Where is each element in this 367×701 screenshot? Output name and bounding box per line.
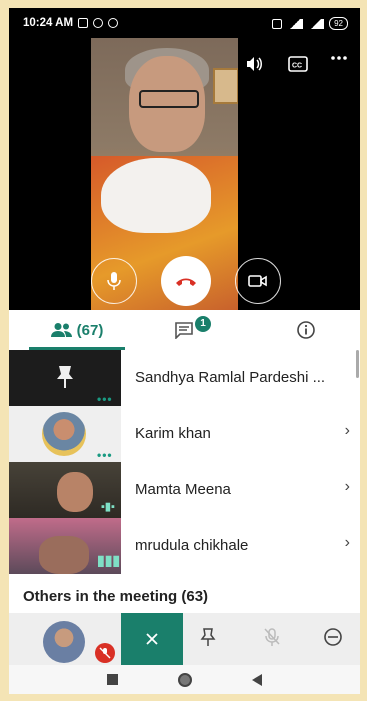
participant-video [39,536,89,574]
battery-icon: 92 [329,17,348,30]
mic-off-icon [99,647,111,659]
mute-participant-button[interactable] [263,627,281,652]
wall-frame [213,68,238,104]
pin-button[interactable] [199,627,217,652]
phone-screen: 10:24 AM 92 CC (67) 1 ••• Sandhya Ramlal… [9,8,360,694]
end-call-icon [176,278,196,286]
participant-video [57,472,93,512]
chat-icon [175,322,193,339]
participant-list: ••• Sandhya Ramlal Pardeshi ... ••• Kari… [9,350,360,574]
chat-badge: 1 [195,316,211,332]
more-dots-icon: ••• [97,448,113,462]
others-heading: Others in the meeting (63) [23,588,209,605]
more-dots-icon: ••• [97,392,113,406]
panel-tabs: (67) 1 [9,310,360,351]
tab-participants[interactable]: (67) [29,310,125,350]
pin-icon [200,628,216,646]
more-options-icon[interactable] [331,50,347,71]
status-bar: 10:24 AM 92 [9,8,360,38]
svg-text:CC: CC [292,63,302,70]
close-action-button[interactable] [121,613,183,665]
video-glasses [139,90,199,108]
close-icon [146,633,158,645]
recents-button[interactable] [107,674,118,685]
status-time: 10:24 AM [23,17,74,29]
chevron-right-icon[interactable]: › [345,478,350,496]
info-icon [297,321,315,339]
participant-thumbnail: ••• [9,406,121,462]
mic-icon [107,272,121,290]
mic-button[interactable] [91,258,137,304]
hd-icon [272,18,283,29]
audio-level-icon: ▮▮▮ [97,552,121,568]
participant-row[interactable]: ▮▮▮ mrudula chikhale › [9,518,360,574]
pin-icon [57,366,73,388]
status-right: 92 [267,17,348,30]
chat-notification-icon [108,18,119,28]
chevron-right-icon[interactable]: › [345,422,350,440]
notification-icon [78,18,89,28]
captions-icon[interactable]: CC [288,56,308,77]
main-video[interactable]: CC [9,38,360,310]
remove-icon [324,628,342,646]
participant-thumbnail: ▮▮▮ [9,518,121,574]
avatar [42,412,86,456]
audio-level-icon: ▪▮▪ [101,501,115,513]
app-notification-icon [93,18,104,28]
participant-row[interactable]: ••• Karim khan › [9,406,360,462]
people-icon [50,323,72,337]
participant-thumbnail: ••• [9,350,121,406]
list-scrollbar[interactable] [356,350,359,378]
mic-off-icon [264,628,280,646]
remove-participant-button[interactable] [323,627,343,652]
system-nav-bar [9,665,360,694]
participant-row[interactable]: ▪▮▪ Mamta Meena › [9,462,360,518]
participant-name: Mamta Meena [135,481,231,498]
participant-action-bar [9,613,360,665]
end-call-button[interactable] [161,256,211,306]
signal-icon [287,18,304,29]
video-camera-icon [248,275,267,287]
camera-button[interactable] [235,258,281,304]
self-avatar[interactable] [43,621,85,663]
participant-row[interactable]: ••• Sandhya Ramlal Pardeshi ... [9,350,360,406]
video-dog [101,158,211,233]
participant-name: Sandhya Ramlal Pardeshi ... [135,369,326,386]
speaker-icon[interactable] [245,56,263,77]
participant-count: (67) [76,321,104,339]
tab-info[interactable] [281,310,331,350]
back-button[interactable] [252,673,262,686]
home-button[interactable] [178,672,192,687]
signal-icon-2 [308,18,325,29]
chevron-right-icon[interactable]: › [345,534,350,552]
participant-name: Karim khan [135,425,211,442]
mic-off-badge [95,643,115,663]
participant-thumbnail: ▪▮▪ [9,462,121,518]
participant-name: mrudula chikhale [135,537,249,554]
